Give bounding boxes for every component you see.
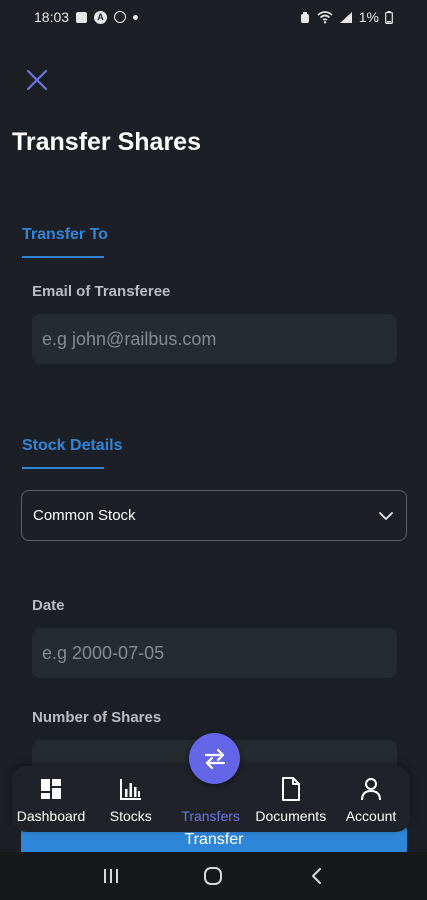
nav-label-transfers: Transfers — [181, 808, 240, 824]
chevron-down-icon — [379, 511, 393, 520]
back-icon — [311, 868, 321, 884]
transfer-button-label: Transfer — [184, 831, 244, 848]
recent-apps-button[interactable] — [91, 856, 131, 896]
shares-label: Number of Shares — [32, 709, 162, 726]
back-button[interactable] — [296, 856, 336, 896]
stock-type-value: Common Stock — [33, 507, 136, 524]
nav-label-documents: Documents — [255, 808, 327, 824]
close-button[interactable] — [22, 65, 52, 95]
status-time: 18:03 — [34, 9, 70, 25]
transfer-fab-button[interactable] — [189, 733, 240, 784]
bar-chart-icon — [118, 776, 144, 802]
battery-icon — [385, 10, 393, 24]
nav-item-dashboard[interactable]: Dashboard — [16, 776, 86, 824]
signal-icon — [339, 11, 352, 23]
more-notifications-icon — [133, 14, 139, 20]
page-title: Transfer Shares — [12, 128, 201, 156]
stock-details-section-title: Stock Details — [22, 437, 123, 454]
date-placeholder: e.g 2000-07-05 — [42, 642, 165, 663]
document-icon — [278, 776, 304, 802]
date-label: Date — [32, 597, 65, 614]
nav-label-dashboard: Dashboard — [16, 808, 86, 824]
close-icon — [26, 69, 48, 91]
alarm-icon — [300, 11, 309, 23]
nav-item-documents[interactable]: Documents — [255, 776, 326, 824]
home-icon — [204, 867, 223, 885]
battery-percent: 1% — [358, 9, 379, 25]
status-bar: 18:03 A 1% — [0, 0, 427, 34]
transfer-to-underline — [22, 256, 104, 258]
transfer-to-section-title: Transfer To — [22, 226, 108, 243]
recent-apps-icon — [104, 869, 119, 883]
app-notification-icon: A — [94, 10, 108, 24]
home-button[interactable] — [193, 856, 233, 896]
status-left: 18:03 A — [34, 9, 139, 25]
nav-label-account: Account — [345, 808, 397, 824]
person-icon — [358, 776, 384, 802]
stock-type-select[interactable]: Common Stock — [21, 490, 407, 541]
dashboard-icon — [38, 776, 64, 802]
system-nav-bar — [0, 852, 427, 900]
wifi-icon — [317, 10, 333, 23]
stock-details-underline — [22, 467, 104, 469]
nav-item-stocks[interactable]: Stocks — [96, 776, 166, 824]
date-field[interactable]: e.g 2000-07-05 — [32, 628, 397, 678]
image-notification-icon — [76, 11, 88, 23]
email-label: Email of Transferee — [32, 283, 171, 300]
status-right: 1% — [299, 9, 393, 25]
email-field[interactable]: e.g john@railbus.com — [32, 314, 397, 364]
nav-item-account[interactable]: Account — [336, 776, 406, 824]
nav-label-stocks: Stocks — [109, 808, 152, 824]
circle-notification-icon — [114, 11, 127, 23]
email-placeholder: e.g john@railbus.com — [42, 328, 217, 349]
transfer-arrows-icon — [204, 748, 225, 769]
